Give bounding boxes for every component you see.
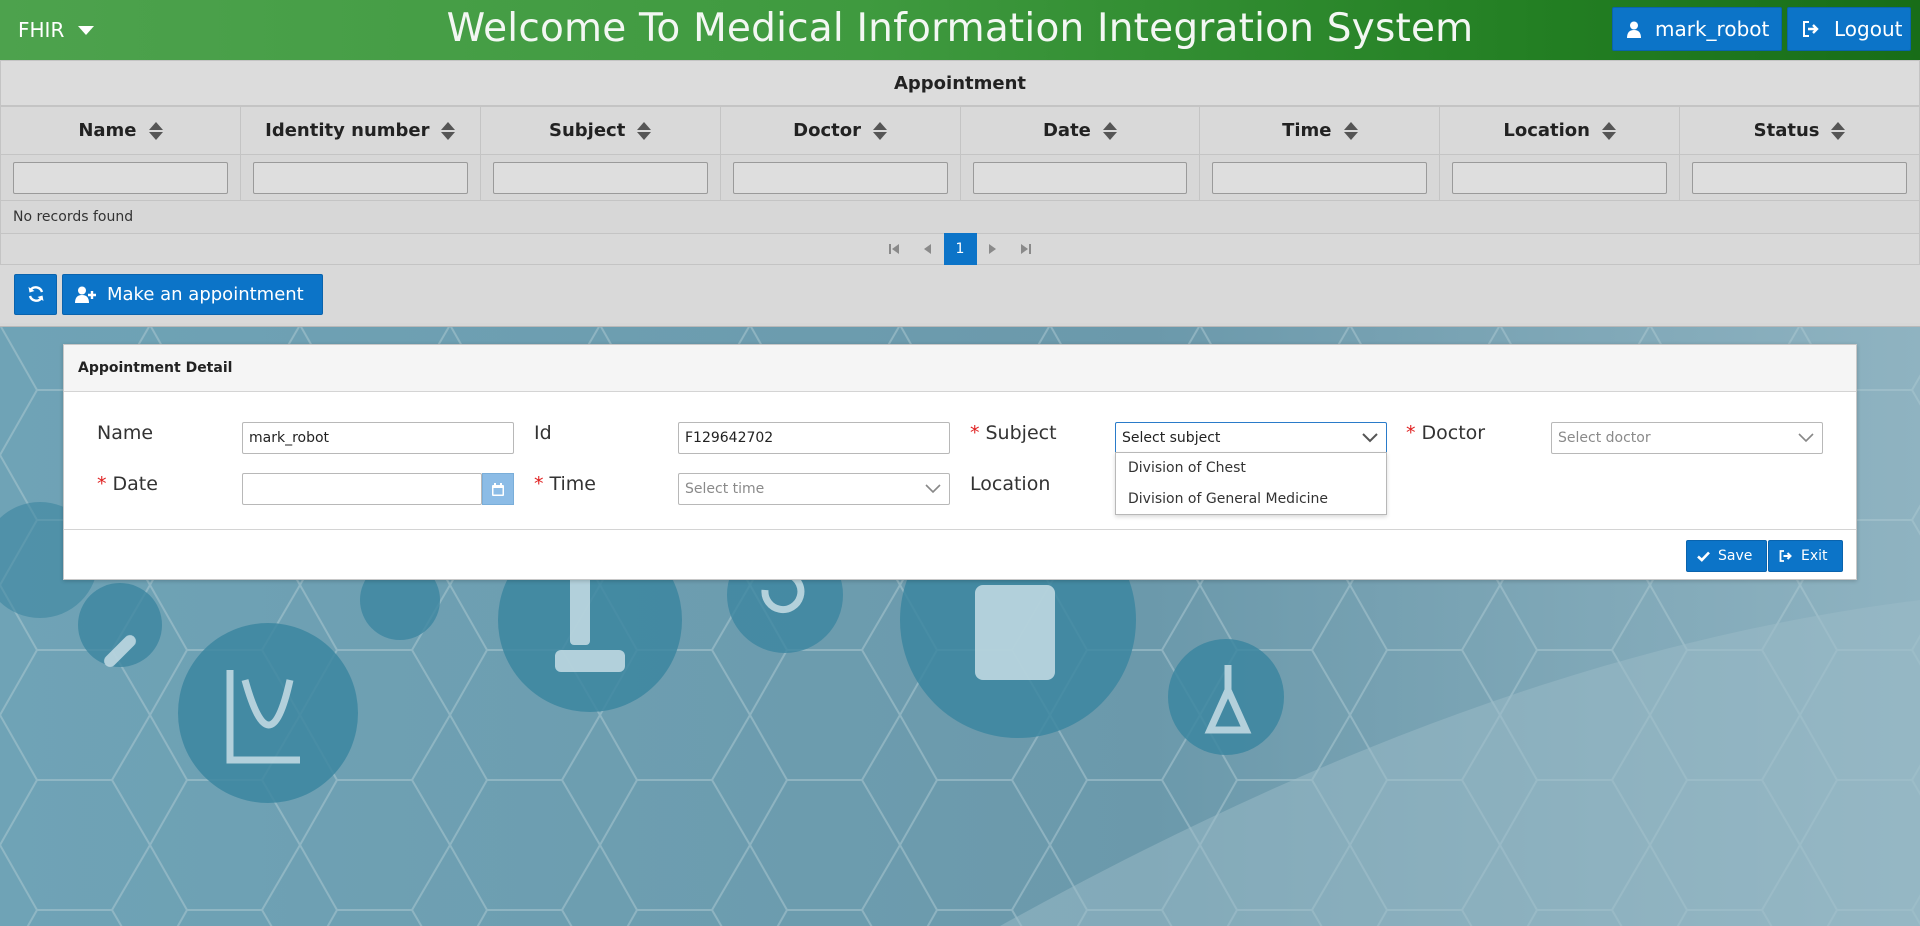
dialog-form: Name Id *Subject Select subject *Doctor … xyxy=(64,392,1856,530)
empty-message: No records found xyxy=(0,201,1920,233)
calendar-icon xyxy=(492,482,504,496)
column-header-subject[interactable]: Subject xyxy=(479,106,721,155)
required-mark: * xyxy=(1406,422,1416,444)
brand-label: FHIR xyxy=(18,18,65,42)
sort-icon xyxy=(637,121,652,141)
subject-option-general-medicine[interactable]: Division of General Medicine xyxy=(1116,484,1386,515)
filter-input-name[interactable] xyxy=(13,161,228,194)
doctor-select-placeholder: Select doctor xyxy=(1558,430,1651,446)
logout-label: Logout xyxy=(1834,17,1903,41)
subject-select[interactable]: Select subject xyxy=(1115,422,1387,454)
dialog-title: Appointment Detail xyxy=(64,345,1856,392)
make-appointment-button[interactable]: Make an appointment xyxy=(62,273,323,315)
sort-icon xyxy=(1831,121,1846,141)
required-mark: * xyxy=(97,473,107,495)
filter-input-status[interactable] xyxy=(1692,161,1907,194)
location-label: Location xyxy=(970,473,1051,495)
user-label: mark_robot xyxy=(1655,17,1770,41)
sort-icon xyxy=(148,121,163,141)
page-number-button[interactable]: 1 xyxy=(943,233,977,265)
name-input[interactable] xyxy=(242,422,514,454)
column-header-date[interactable]: Date xyxy=(959,106,1201,155)
name-label: Name xyxy=(97,422,154,444)
required-mark: * xyxy=(534,473,544,495)
calendar-button[interactable] xyxy=(482,473,514,505)
subject-select-value: Select subject xyxy=(1122,430,1221,446)
sort-icon xyxy=(1102,121,1117,141)
column-header-name[interactable]: Name xyxy=(0,106,241,155)
user-plus-icon xyxy=(75,286,97,303)
paginator: 1 xyxy=(0,233,1920,265)
appointment-detail-dialog: Appointment Detail Name Id *Subject Sele… xyxy=(63,344,1857,580)
id-input[interactable] xyxy=(678,422,950,454)
next-page-icon[interactable] xyxy=(977,233,1010,265)
sort-icon xyxy=(872,121,887,141)
doctor-select[interactable]: Select doctor xyxy=(1551,422,1823,454)
table-actions: Make an appointment xyxy=(0,265,1920,323)
sort-icon xyxy=(1601,121,1616,141)
table-caption: Appointment xyxy=(0,60,1920,106)
filter-input-date[interactable] xyxy=(972,161,1188,194)
exit-button[interactable]: Exit xyxy=(1768,540,1843,572)
id-label: Id xyxy=(534,422,552,444)
required-mark: * xyxy=(970,422,980,444)
save-button[interactable]: Save xyxy=(1686,540,1768,572)
logout-button[interactable]: Logout xyxy=(1787,7,1911,51)
column-header-location[interactable]: Location xyxy=(1439,106,1681,155)
time-select-placeholder: Select time xyxy=(685,481,765,497)
brand-menu[interactable]: FHIR xyxy=(18,0,95,60)
sign-out-icon xyxy=(1802,21,1820,37)
user-icon xyxy=(1627,21,1641,38)
time-select[interactable]: Select time xyxy=(678,473,950,505)
chevron-down-icon xyxy=(1798,433,1816,443)
column-header-status[interactable]: Status xyxy=(1679,106,1920,155)
subject-option-chest[interactable]: Division of Chest xyxy=(1116,453,1386,484)
time-label: * Time xyxy=(534,473,596,495)
filter-row xyxy=(0,154,1920,201)
save-label: Save xyxy=(1718,548,1753,564)
column-header-doctor[interactable]: Doctor xyxy=(719,106,961,155)
sort-icon xyxy=(1343,121,1358,141)
subject-dropdown-list: Division of Chest Division of General Me… xyxy=(1115,452,1387,515)
last-page-icon[interactable] xyxy=(1010,233,1043,265)
app-header: FHIR Welcome To Medical Information Inte… xyxy=(0,0,1920,60)
column-header-identity-number[interactable]: Identity number xyxy=(239,106,481,155)
doctor-label: * Doctor xyxy=(1406,422,1486,444)
date-input[interactable] xyxy=(242,473,482,505)
refresh-button[interactable] xyxy=(14,273,57,315)
filter-input-identity-number[interactable] xyxy=(252,161,468,194)
sort-icon xyxy=(441,121,456,141)
make-appointment-label: Make an appointment xyxy=(107,283,304,305)
sign-out-icon xyxy=(1779,550,1793,562)
check-icon xyxy=(1697,551,1710,562)
prev-page-icon[interactable] xyxy=(911,233,944,265)
exit-label: Exit xyxy=(1801,548,1828,564)
table-header-row: Name Identity number Subject Doctor Date… xyxy=(0,106,1920,155)
dialog-footer: Save Exit xyxy=(64,530,1856,580)
filter-input-location[interactable] xyxy=(1452,161,1668,194)
first-page-icon[interactable] xyxy=(878,233,911,265)
column-header-time[interactable]: Time xyxy=(1199,106,1441,155)
date-label: * Date xyxy=(97,473,158,495)
chevron-down-icon xyxy=(925,484,943,494)
appointment-table-panel: Appointment Name Identity number Subject… xyxy=(0,60,1920,327)
filter-input-doctor[interactable] xyxy=(732,161,948,194)
user-button[interactable]: mark_robot xyxy=(1612,7,1782,51)
subject-label: * Subject xyxy=(970,422,1057,444)
filter-input-subject[interactable] xyxy=(492,161,708,194)
chevron-down-icon xyxy=(1362,433,1380,443)
appointment-table: Name Identity number Subject Doctor Date… xyxy=(0,106,1920,201)
filter-input-time[interactable] xyxy=(1212,161,1428,194)
caret-down-icon xyxy=(78,25,95,35)
refresh-icon xyxy=(27,285,45,303)
